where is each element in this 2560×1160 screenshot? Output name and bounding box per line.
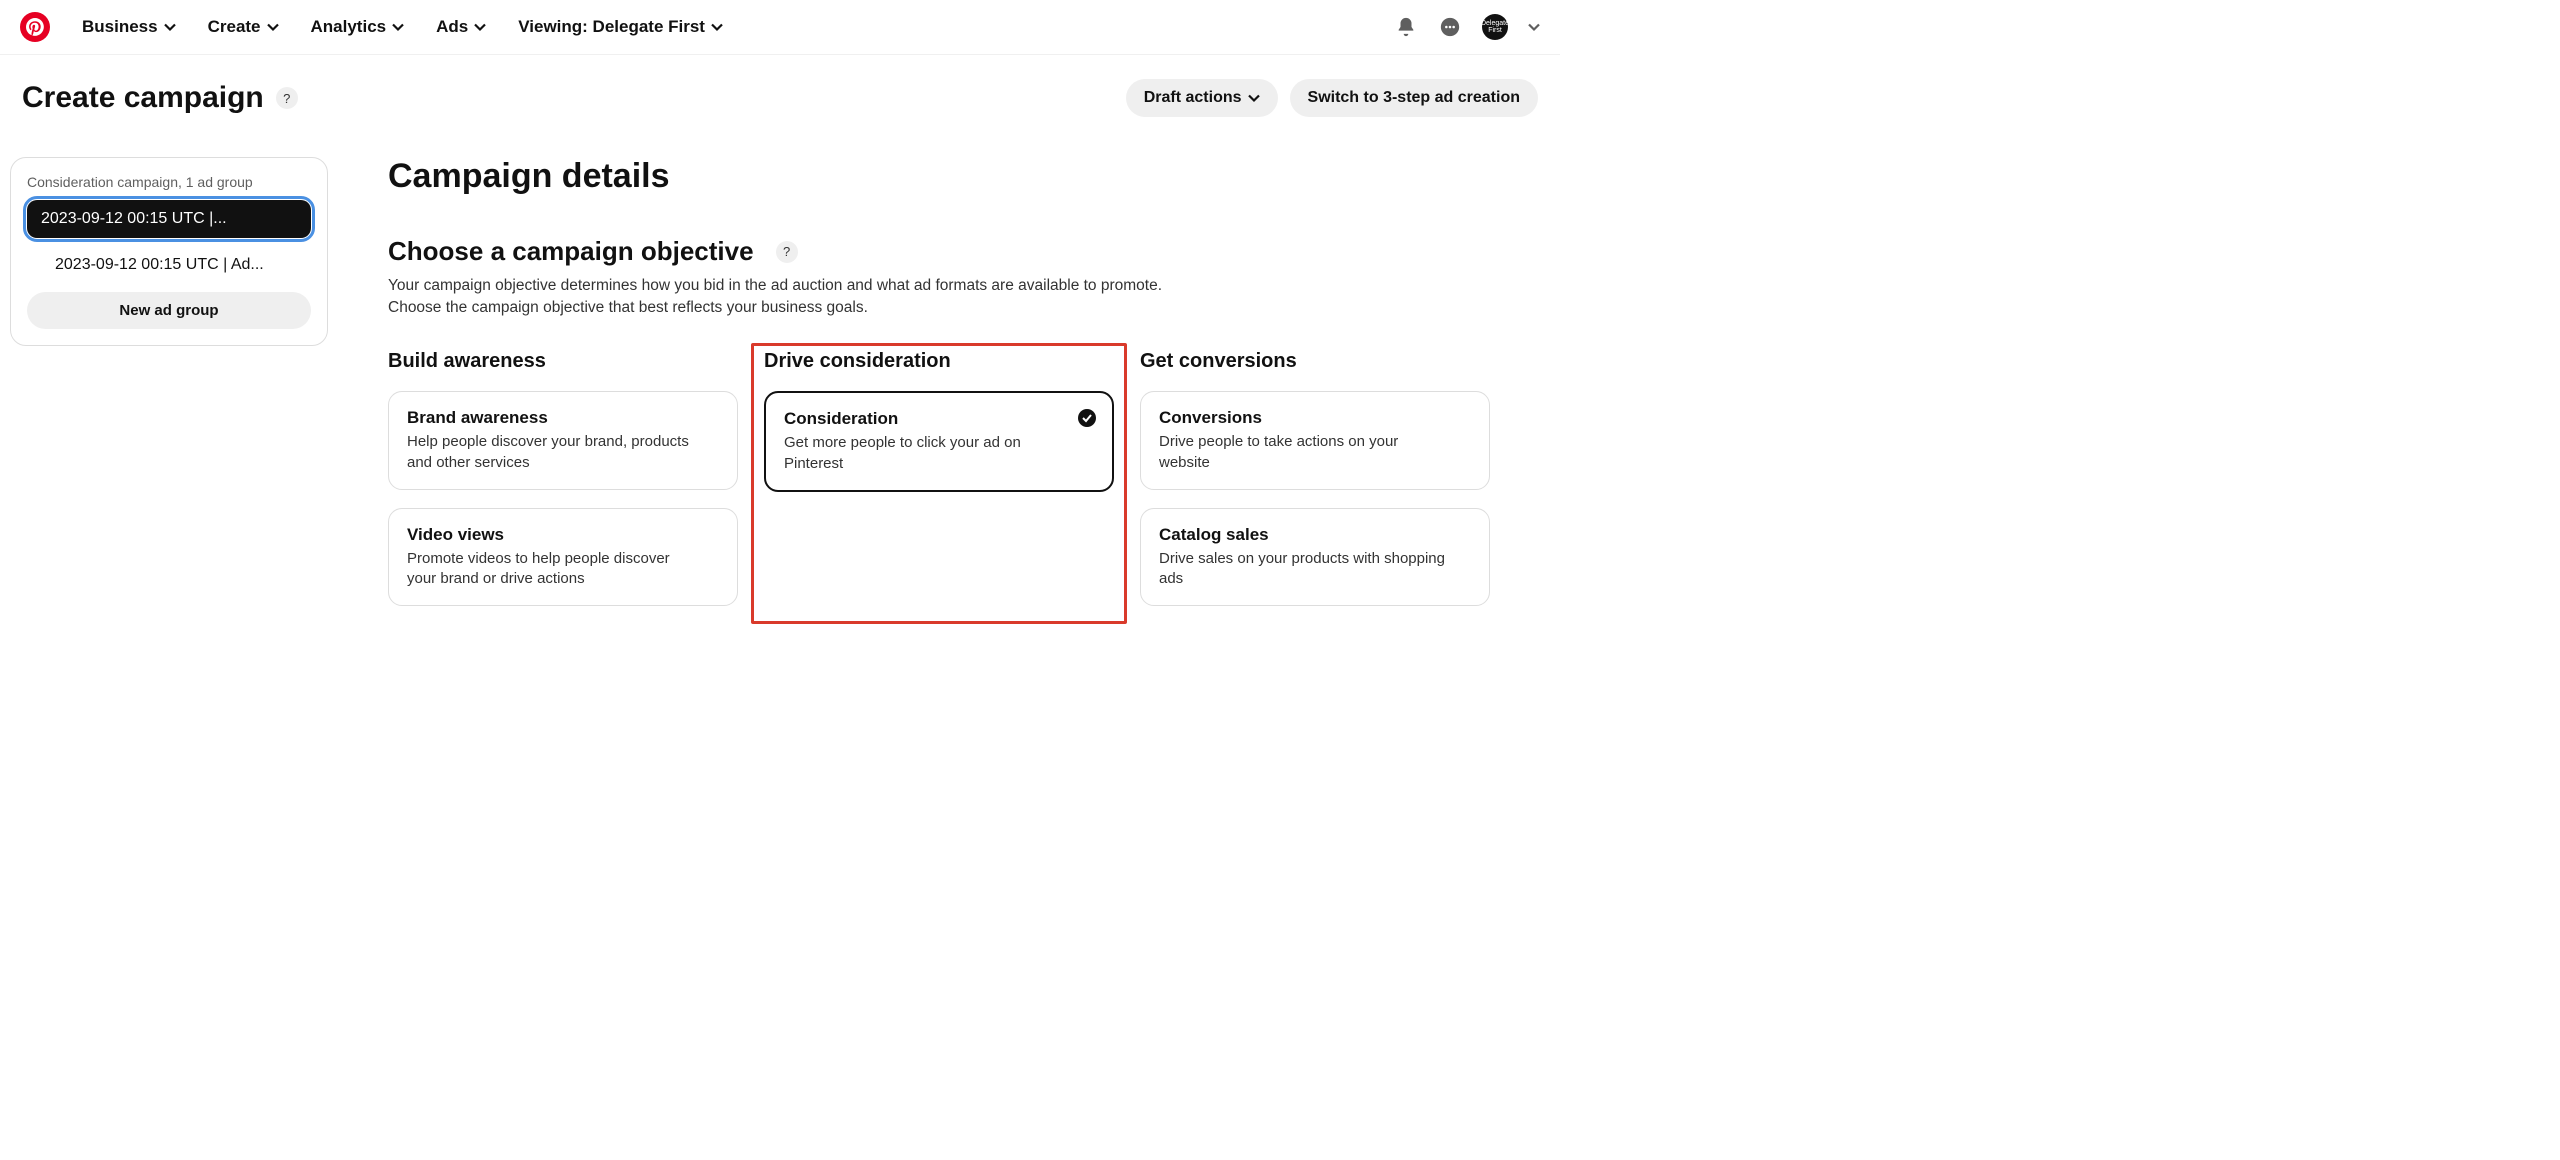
chevron-down-icon xyxy=(1248,92,1260,104)
nav-ads[interactable]: Ads xyxy=(436,17,486,37)
nav-business-label: Business xyxy=(82,17,158,37)
card-video-views[interactable]: Video views Promote videos to help peopl… xyxy=(388,508,738,607)
chevron-down-icon xyxy=(474,21,486,33)
card-desc: Drive people to take actions on your web… xyxy=(1159,432,1471,473)
column-conversions: Get conversions Conversions Drive people… xyxy=(1140,346,1490,624)
switch-creation-label: Switch to 3-step ad creation xyxy=(1308,89,1520,107)
campaign-sidebar: Consideration campaign, 1 ad group 2023-… xyxy=(10,157,328,346)
switch-creation-button[interactable]: Switch to 3-step ad creation xyxy=(1290,79,1538,117)
draft-actions-button[interactable]: Draft actions xyxy=(1126,79,1278,117)
objective-heading-row: Choose a campaign objective ? xyxy=(388,236,1490,267)
avatar[interactable]: Delegate First xyxy=(1482,14,1508,40)
bell-icon[interactable] xyxy=(1394,15,1418,39)
card-desc: Help people discover your brand, product… xyxy=(407,432,719,473)
card-title: Brand awareness xyxy=(407,408,719,428)
chevron-down-icon[interactable] xyxy=(1528,21,1540,33)
sidebar-item-adgroup[interactable]: 2023-09-12 00:15 UTC | Ad... xyxy=(27,246,311,284)
draft-actions-label: Draft actions xyxy=(1144,89,1242,107)
chevron-down-icon xyxy=(164,21,176,33)
new-ad-group-button[interactable]: New ad group xyxy=(27,292,311,329)
column-consideration-heading: Drive consideration xyxy=(764,346,1114,373)
top-nav: Business Create Analytics Ads Viewing: D… xyxy=(0,0,1560,55)
card-consideration[interactable]: Consideration Get more people to click y… xyxy=(764,391,1114,492)
nav-viewing-label: Viewing: Delegate First xyxy=(518,17,705,37)
chevron-down-icon xyxy=(267,21,279,33)
nav-create[interactable]: Create xyxy=(208,17,279,37)
card-title: Video views xyxy=(407,525,719,545)
nav-business[interactable]: Business xyxy=(82,17,176,37)
column-awareness-heading: Build awareness xyxy=(388,346,738,373)
nav-right: Delegate First xyxy=(1394,14,1540,40)
card-conversions[interactable]: Conversions Drive people to take actions… xyxy=(1140,391,1490,490)
sidebar-item-campaign[interactable]: 2023-09-12 00:15 UTC |... xyxy=(27,200,311,238)
main-panel: Campaign details Choose a campaign objec… xyxy=(388,157,1550,624)
nav-create-label: Create xyxy=(208,17,261,37)
objective-columns: Build awareness Brand awareness Help peo… xyxy=(388,346,1490,624)
card-brand-awareness[interactable]: Brand awareness Help people discover you… xyxy=(388,391,738,490)
nav-viewing[interactable]: Viewing: Delegate First xyxy=(518,17,723,37)
objective-description: Your campaign objective determines how y… xyxy=(388,275,1168,318)
help-icon[interactable]: ? xyxy=(276,87,298,109)
column-awareness: Build awareness Brand awareness Help peo… xyxy=(388,346,738,624)
card-desc: Drive sales on your products with shoppi… xyxy=(1159,549,1471,590)
card-catalog-sales[interactable]: Catalog sales Drive sales on your produc… xyxy=(1140,508,1490,607)
chevron-down-icon xyxy=(392,21,404,33)
card-desc: Get more people to click your ad on Pint… xyxy=(784,433,1094,474)
content: Consideration campaign, 1 ad group 2023-… xyxy=(0,133,1560,624)
card-title: Conversions xyxy=(1159,408,1471,428)
nav-analytics-label: Analytics xyxy=(311,17,387,37)
chevron-down-icon xyxy=(711,21,723,33)
section-title: Campaign details xyxy=(388,157,1490,196)
card-desc: Promote videos to help people discover y… xyxy=(407,549,719,590)
sub-header: Create campaign ? Draft actions Switch t… xyxy=(0,55,1560,133)
sub-header-actions: Draft actions Switch to 3-step ad creati… xyxy=(1126,79,1538,117)
column-consideration: Drive consideration Consideration Get mo… xyxy=(751,343,1127,624)
chat-icon[interactable] xyxy=(1438,15,1462,39)
column-conversions-heading: Get conversions xyxy=(1140,346,1490,373)
objective-title: Choose a campaign objective xyxy=(388,236,754,267)
sidebar-label: Consideration campaign, 1 ad group xyxy=(27,174,311,190)
pinterest-logo[interactable] xyxy=(20,12,50,42)
card-title: Catalog sales xyxy=(1159,525,1471,545)
nav-ads-label: Ads xyxy=(436,17,468,37)
page-title: Create campaign xyxy=(22,81,264,115)
card-title: Consideration xyxy=(784,409,1094,429)
nav-analytics[interactable]: Analytics xyxy=(311,17,405,37)
help-icon[interactable]: ? xyxy=(776,241,798,263)
